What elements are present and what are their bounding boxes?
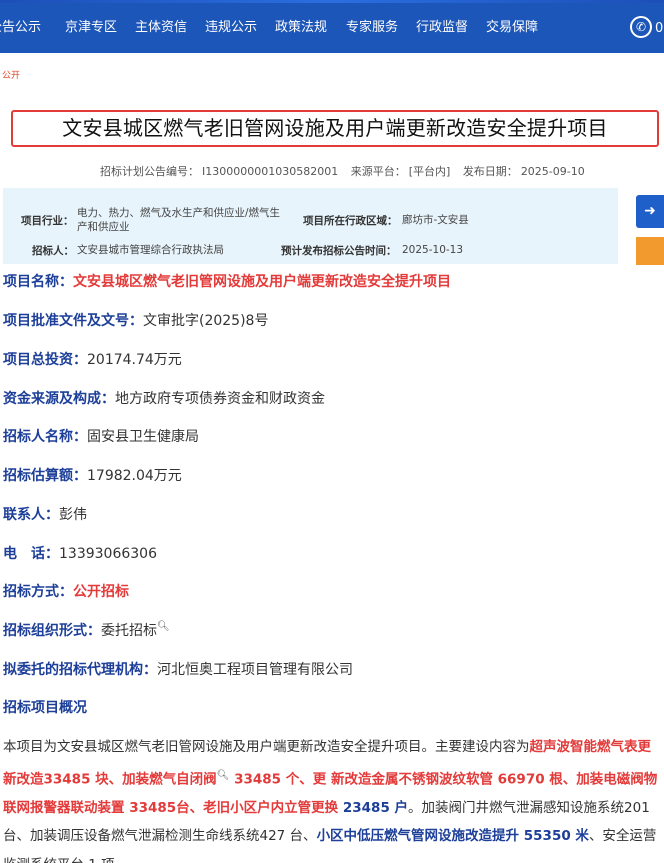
source-label: 来源平台： (350, 165, 406, 178)
meta-line: 招标计划公告编号： I1300000001030582001 来源平台： [平台内]… (100, 163, 620, 179)
login-icon[interactable]: ➜ (636, 195, 664, 228)
nav-item-policies[interactable]: 政策法规 (275, 3, 327, 53)
field-value: 彭伟 (59, 507, 87, 523)
field-agency: 拟委托的招标代理机构：河北恒奥工程项目管理有限公司 (3, 659, 353, 679)
plan-no-label: 招标计划公告编号： (100, 165, 199, 178)
field-value: 河北恒奥工程项目管理有限公司 (157, 662, 353, 678)
field-key: 招标人名称： (3, 429, 87, 445)
date-label: 发布日期： (462, 165, 518, 178)
field-key: 招标方式： (3, 584, 73, 600)
field-tenderer-name: 招标人名称：固安县卫生健康局 (3, 426, 199, 446)
field-key: 项目批准文件及文号： (3, 313, 143, 329)
field-project-name: 项目名称：文安县城区燃气老旧管网设施及用户端更新改造安全提升项目 (3, 271, 451, 291)
field-phone: 电 话：13393066306 (3, 543, 157, 563)
nav-item-credit[interactable]: 主体资信 (135, 3, 187, 53)
field-total-investment: 项目总投资：20174.74万元 (3, 349, 182, 369)
industry-label: 项目行业： (21, 215, 74, 227)
expected-date-label: 预计发布招标公告时间： (281, 245, 397, 257)
field-value: 13393066306 (59, 546, 157, 562)
field-key: 资金来源及构成： (3, 391, 115, 407)
field-value: 委托招标 (101, 623, 157, 639)
field-key: 项目名称： (3, 274, 73, 290)
field-value: 文安县城区燃气老旧管网设施及用户端更新改造安全提升项目 (73, 274, 451, 290)
publish-date: 2025-09-10 (520, 165, 585, 178)
field-contact: 联系人：彭伟 (3, 504, 87, 524)
phone-number: 03 (655, 21, 664, 36)
field-organization-form: 招标组织形式：委托招标🔍︎ (3, 620, 170, 640)
tenderer-label: 招标人： (32, 245, 74, 257)
field-estimated-amount: 招标估算额：17982.04万元 (3, 465, 182, 485)
nav-item-guarantee[interactable]: 交易保障 (486, 3, 538, 53)
field-value: 地方政府专项债券资金和财政资金 (115, 391, 325, 407)
field-key: 招标估算额： (3, 468, 87, 484)
region-label: 项目所在行政区域： (303, 215, 398, 227)
title-box: 文安县城区燃气老旧管网设施及用户端更新改造安全提升项目 (11, 110, 659, 147)
expected-date-value: 2025-10-13 (402, 244, 464, 256)
side-action-button[interactable] (636, 237, 664, 265)
breadcrumb[interactable]: 公开 (2, 68, 20, 81)
region-value: 廊坊市-文安县 (402, 214, 469, 226)
plan-no: I1300000001030582001 (202, 165, 339, 178)
page-title: 文安县城区燃气老旧管网设施及用户端更新改造安全提升项目 (62, 116, 608, 140)
field-value: 文审批字(2025)8号 (143, 313, 269, 329)
field-value: 固安县卫生健康局 (87, 429, 199, 445)
field-value: 公开招标 (73, 584, 129, 600)
source: [平台内] (408, 165, 451, 178)
overview-paragraph: 本项目为文安县城区燃气老旧管网设施及用户端更新改造安全提升项目。主要建设内容为超… (3, 733, 664, 863)
overview-highlight-blue: 小区中低压燃气管网设施改造提升 55350 米 (316, 828, 589, 845)
overview-text: 本项目为文安县城区燃气老旧管网设施及用户端更新改造安全提升项目。主要建设内容为 (3, 739, 530, 755)
nav-item-jingjin[interactable]: 京津专区 (65, 3, 117, 53)
section-title-overview: 招标项目概况 (3, 700, 87, 716)
project-info-panel: 项目行业： 电力、热力、燃气及水生产和供应业/燃气生产和供应业 项目所在行政区域… (3, 188, 618, 264)
nav-item-experts[interactable]: 专家服务 (346, 3, 398, 53)
top-nav-bar: 公告公示 京津专区 主体资信 违规公示 政策法规 专家服务 行政监督 交易保障 … (0, 3, 664, 53)
industry-value: 电力、热力、燃气及水生产和供应业/燃气生产和供应业 (77, 207, 281, 233)
field-key: 招标组织形式： (3, 623, 101, 639)
phone-icon: ✆ (630, 16, 652, 38)
field-key: 联系人： (3, 507, 59, 523)
nav-item-supervision[interactable]: 行政监督 (416, 3, 468, 53)
field-key: 电 话： (3, 546, 59, 562)
search-icon: 🔍︎ (216, 769, 230, 781)
nav-item-announcements[interactable]: 公告公示 (0, 3, 41, 53)
field-approval-doc: 项目批准文件及文号：文审批字(2025)8号 (3, 310, 268, 330)
search-icon: 🔍︎ (157, 621, 170, 633)
field-tender-method: 招标方式：公开招标 (3, 581, 129, 601)
field-value: 17982.04万元 (87, 468, 182, 484)
field-key: 拟委托的招标代理机构： (3, 662, 157, 678)
field-key: 项目总投资： (3, 352, 87, 368)
nav-item-violations[interactable]: 违规公示 (205, 3, 257, 53)
field-value: 20174.74万元 (87, 352, 182, 368)
tenderer-value: 文安县城市管理综合行政执法局 (77, 244, 224, 256)
field-funding-source: 资金来源及构成：地方政府专项债券资金和财政资金 (3, 388, 325, 408)
overview-highlight-blue: 23485 户 (342, 799, 409, 816)
